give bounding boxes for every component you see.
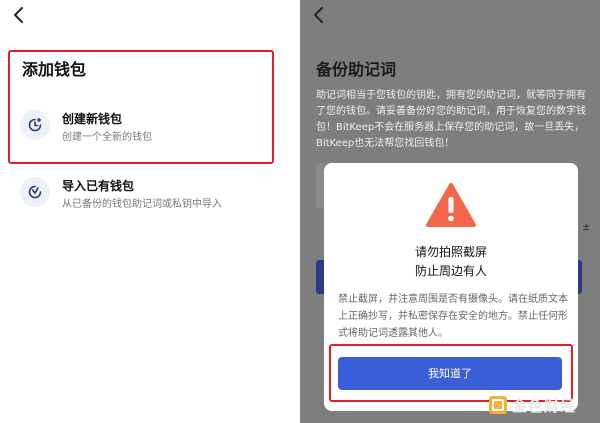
back-arrow-icon[interactable]	[12, 6, 26, 24]
import-wallet-option[interactable]: 导入已有钱包 从已备份的钱包助记词或私钥中导入	[20, 175, 270, 215]
dimmed-mark: ±	[582, 222, 591, 233]
import-wallet-title: 导入已有钱包	[62, 179, 135, 193]
page-title: 备份助记词	[316, 60, 397, 79]
clock-plus-icon	[20, 110, 50, 140]
back-arrow-icon[interactable]	[312, 6, 326, 24]
create-wallet-subtitle: 创建一个全新的钱包	[62, 132, 152, 143]
panel-divider	[290, 0, 300, 423]
dialog-body-text: 禁止截屏，并注意周围是否有摄像头。请在纸质文本上正确抄写，并私密保存在安全的地方…	[338, 294, 568, 339]
import-icon	[20, 177, 50, 207]
warning-icon	[426, 183, 476, 227]
create-wallet-option[interactable]: 创建新钱包 创建一个全新的钱包	[20, 108, 270, 148]
add-wallet-screen: 添加钱包 创建新钱包 创建一个全新的钱包 导入已有钱包 从已备份的钱包助记词或私…	[0, 0, 290, 423]
create-wallet-title: 创建新钱包	[62, 112, 123, 126]
watermark-text: 金色财经	[512, 397, 577, 415]
dialog-heading-line1: 请勿拍照截屏	[414, 245, 487, 259]
import-wallet-subtitle: 从已备份的钱包助记词或私钥中导入	[62, 199, 222, 210]
dialog-heading-line2: 防止周边有人	[414, 264, 487, 278]
page-title: 添加钱包	[22, 60, 87, 79]
screenshot-warning-dialog: 请勿拍照截屏 防止周边有人 禁止截屏，并注意周围是否有摄像头。请在纸质文本上正确…	[324, 163, 578, 411]
mnemonic-description: 助记词相当于您钱包的钥匙，拥有您的助记词，就等同于拥有了您的钱包。请妥善备份好您…	[316, 90, 586, 149]
backup-mnemonic-screen: 备份助记词 助记词相当于您钱包的钥匙，拥有您的助记词，就等同于拥有了您的钱包。请…	[300, 0, 600, 423]
confirm-button[interactable]: 我知道了	[338, 357, 562, 390]
watermark-logo-icon	[489, 396, 507, 414]
